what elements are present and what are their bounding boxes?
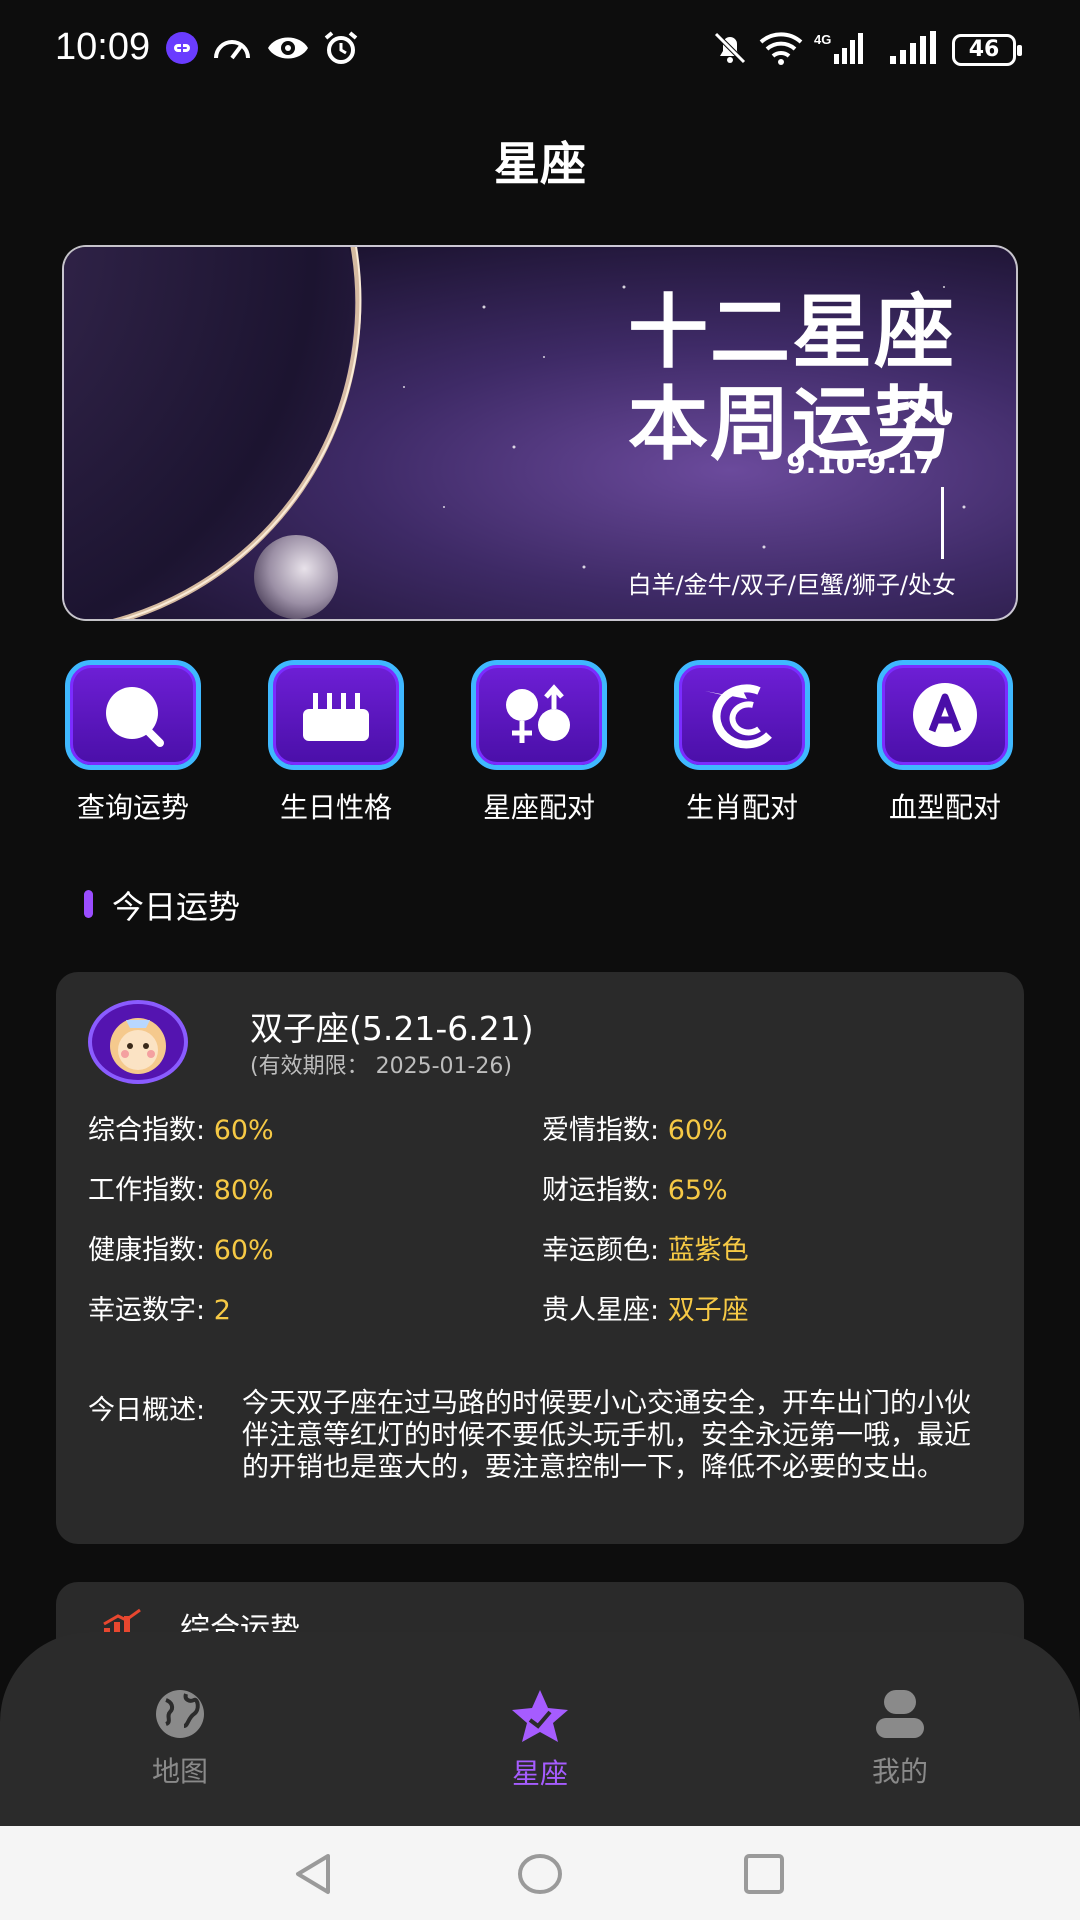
quick-menu-query-fortune[interactable]: 查询运势 xyxy=(43,660,223,826)
today-fortune-card[interactable]: 双子座(5.21-6.21) (有效期限： 2025-01-26) 综合指数: … xyxy=(56,972,1024,1544)
search-icon xyxy=(65,660,201,770)
sign-avatar xyxy=(88,1000,188,1084)
status-bar: 10:09 4G 46 xyxy=(0,0,1080,100)
nav-item-constellation[interactable]: 星座 xyxy=(460,1688,620,1792)
signal-icon xyxy=(876,30,938,70)
mute-icon xyxy=(712,30,748,70)
quick-menu-blood-type-match[interactable]: 血型配对 xyxy=(855,660,1035,826)
svg-text:4G: 4G xyxy=(814,32,831,47)
banner-divider xyxy=(941,487,944,559)
link-app-icon xyxy=(164,30,200,70)
blood-type-icon xyxy=(877,660,1013,770)
nav-label: 地图 xyxy=(151,1755,208,1788)
quick-menu-label: 查询运势 xyxy=(76,791,189,824)
quick-menu-label: 星座配对 xyxy=(482,791,595,824)
stat-overall: 综合指数: 60% xyxy=(88,1115,274,1146)
back-icon[interactable] xyxy=(292,1852,336,1900)
stat-health: 健康指数: 60% xyxy=(88,1235,274,1266)
banner-date-range: 9.10-9.17 xyxy=(786,447,936,480)
weekly-fortune-banner[interactable]: 十二星座 本周运势 9.10-9.17 白羊/金牛/双子/巨蟹/狮子/处女 xyxy=(62,245,1018,621)
recents-icon[interactable] xyxy=(742,1852,786,1900)
quick-menu-label: 生日性格 xyxy=(279,791,392,824)
nav-label: 星座 xyxy=(511,1757,568,1790)
banner-signs: 白羊/金牛/双子/巨蟹/狮子/处女 xyxy=(627,571,956,599)
sign-name: 双子座(5.21-6.21) xyxy=(250,1009,534,1048)
home-icon[interactable] xyxy=(516,1852,564,1900)
quick-menu-label: 生肖配对 xyxy=(685,791,798,824)
globe-icon xyxy=(150,1690,210,1744)
bottom-navigation: 地图 星座 我的 xyxy=(0,1632,1080,1826)
stat-noble-sign: 贵人星座: 双子座 xyxy=(542,1295,749,1326)
user-icon xyxy=(870,1690,930,1744)
section-indicator xyxy=(84,890,93,918)
stat-wealth: 财运指数: 65% xyxy=(542,1175,728,1206)
summary-text: 今天双子座在过马路的时候要小心交通安全，开车出门的小伙伴注意等红灯的时候不要低头… xyxy=(242,1388,971,1483)
signal-4g-icon: 4G xyxy=(814,30,864,70)
stat-love: 爱情指数: 60% xyxy=(542,1115,728,1146)
nav-item-mine[interactable]: 我的 xyxy=(820,1688,980,1790)
cake-icon xyxy=(268,660,404,770)
star-icon xyxy=(508,1690,572,1746)
page-title: 星座 xyxy=(494,137,586,191)
banner-title: 十二星座 本周运势 xyxy=(628,286,956,471)
speed-icon xyxy=(212,30,252,70)
nav-label: 我的 xyxy=(871,1755,928,1788)
dragon-icon xyxy=(674,660,810,770)
status-time: 10:09 xyxy=(55,26,151,68)
nav-item-map[interactable]: 地图 xyxy=(100,1688,260,1790)
quick-menu-sign-match[interactable]: 星座配对 xyxy=(449,660,629,826)
quick-menu-zodiac-match[interactable]: 生肖配对 xyxy=(652,660,832,826)
alarm-icon xyxy=(322,30,360,70)
gender-match-icon xyxy=(471,660,607,770)
section-title-today: 今日运势 xyxy=(112,888,241,926)
stat-lucky-color: 幸运颜色: 蓝紫色 xyxy=(542,1235,749,1266)
wifi-icon xyxy=(758,30,804,70)
stat-lucky-number: 幸运数字: 2 xyxy=(88,1295,231,1326)
quick-menu-label: 血型配对 xyxy=(888,791,1001,824)
battery-indicator: 46 xyxy=(952,34,1022,66)
stat-work: 工作指数: 80% xyxy=(88,1175,274,1206)
eye-icon xyxy=(266,30,310,70)
summary-label: 今日概述: xyxy=(88,1395,206,1426)
valid-date: (有效期限： 2025-01-26) xyxy=(250,1054,513,1079)
quick-menu-birthday-personality[interactable]: 生日性格 xyxy=(246,660,426,826)
system-navigation-bar xyxy=(0,1826,1080,1920)
